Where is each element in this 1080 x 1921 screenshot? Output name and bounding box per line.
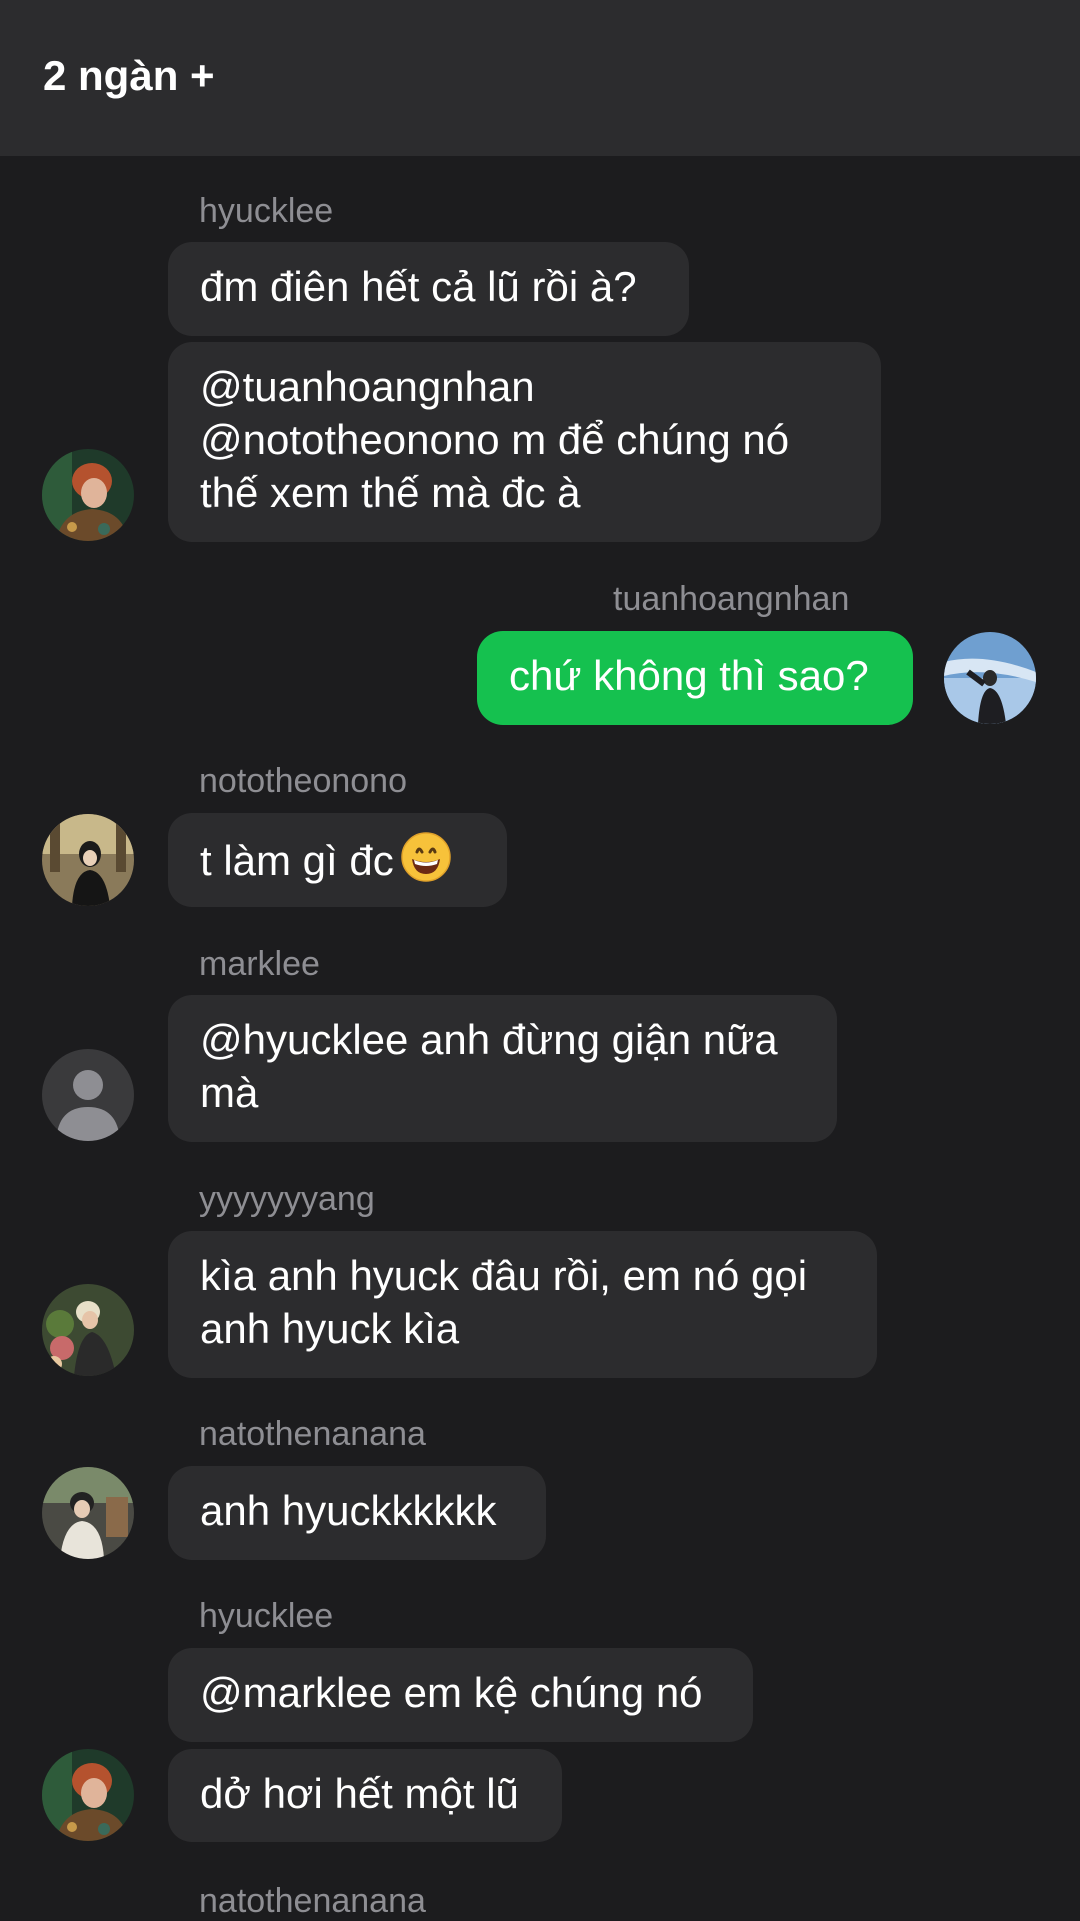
message-bubble[interactable]: kìa anh hyuck đâu rồi, em nó gọi anh hyu…	[168, 1231, 877, 1378]
sender-name: marklee	[199, 945, 320, 983]
sender-name: natothenanana	[199, 1882, 426, 1920]
sender-name: natothenanana	[199, 1415, 426, 1453]
avatar[interactable]	[944, 632, 1036, 724]
profile-photo-icon	[42, 449, 134, 541]
message-text: đm điên hết cả lũ rồi à?	[200, 263, 637, 310]
profile-photo-icon	[42, 1749, 134, 1841]
profile-photo-icon	[42, 1284, 134, 1376]
message-text: chứ không thì sao?	[509, 652, 869, 699]
default-user-icon	[42, 1049, 134, 1141]
avatar[interactable]	[42, 1049, 134, 1141]
message-text-line: @nototheonono m để chúng nó	[200, 416, 790, 463]
sender-name: hyucklee	[199, 1597, 334, 1635]
message-text-line: anh hyuck kìa	[200, 1305, 460, 1352]
avatar[interactable]	[42, 449, 134, 541]
sender-name: nototheonono	[199, 762, 407, 800]
message-text-line: thế xem thế mà đc à	[200, 469, 581, 516]
sender-name: tuanhoangnhan	[613, 580, 850, 618]
message-bubble[interactable]: t làm gì đc	[168, 813, 507, 907]
avatar[interactable]	[42, 1749, 134, 1841]
sender-name: hyucklee	[199, 192, 334, 230]
message-bubble[interactable]: @hyucklee anh đừng giận nữa mà	[168, 995, 837, 1142]
message-text-line: @hyucklee anh đừng giận nữa	[200, 1016, 778, 1063]
profile-photo-icon	[42, 814, 134, 906]
message-text: t làm gì đc	[200, 837, 394, 884]
grinning-face-icon	[400, 831, 452, 895]
message-text-line: @tuanhoangnhan	[200, 363, 535, 410]
message-text-line: kìa anh hyuck đâu rồi, em nó gọi	[200, 1252, 808, 1299]
my-message-bubble[interactable]: chứ không thì sao?	[477, 631, 913, 725]
avatar[interactable]	[42, 814, 134, 906]
message-text-line: mà	[200, 1069, 259, 1116]
avatar[interactable]	[42, 1284, 134, 1376]
message-bubble[interactable]: @marklee em kệ chúng nó	[168, 1648, 753, 1742]
sender-name: yyyyyyyang	[199, 1180, 375, 1218]
message-text: anh hyuckkkkkk	[200, 1487, 497, 1534]
profile-photo-icon	[42, 1467, 134, 1559]
message-bubble[interactable]: anh hyuckkkkkk	[168, 1466, 546, 1560]
message-text: @marklee em kệ chúng nó	[200, 1669, 703, 1716]
message-text: dở hơi hết một lũ	[200, 1770, 519, 1817]
message-bubble[interactable]: dở hơi hết một lũ	[168, 1749, 562, 1842]
message-bubble[interactable]: @tuanhoangnhan @nototheonono m để chúng …	[168, 342, 881, 542]
profile-photo-icon	[944, 632, 1036, 724]
chat-title[interactable]: 2 ngàn +	[43, 52, 215, 100]
message-bubble[interactable]: đm điên hết cả lũ rồi à?	[168, 242, 689, 336]
avatar[interactable]	[42, 1467, 134, 1559]
chat-header: 2 ngàn +	[0, 0, 1080, 156]
